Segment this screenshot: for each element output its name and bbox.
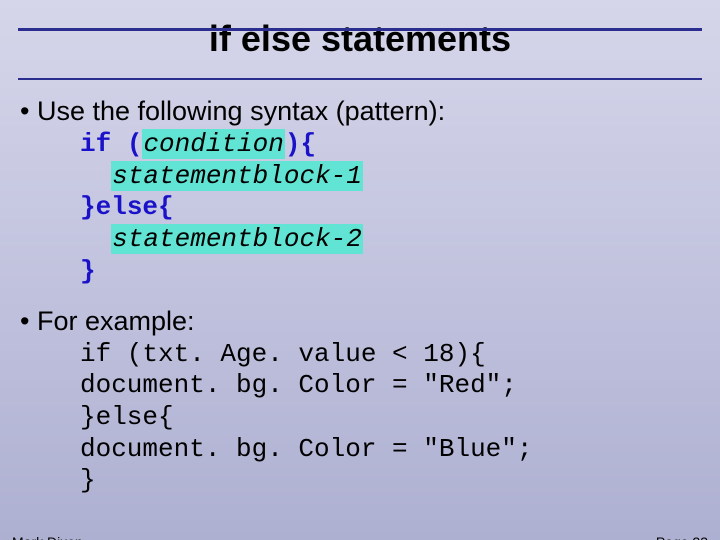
footer-author: Mark Dixon	[12, 534, 83, 540]
slide-content: • Use the following syntax (pattern): if…	[20, 90, 700, 497]
placeholder-condition: condition	[142, 129, 284, 159]
syntax-close1: }	[80, 192, 96, 222]
syntax-close-brace: ){	[285, 129, 316, 159]
top-rule	[18, 28, 702, 31]
example-line-3: }else{	[80, 402, 700, 434]
bullet-syntax-intro: • Use the following syntax (pattern):	[20, 96, 700, 127]
syntax-codeblock: if (condition){ statementblock-1 }else{ …	[80, 129, 700, 288]
footer-page: Page 23	[656, 534, 708, 540]
syntax-line-3: }else{	[80, 192, 700, 224]
syntax-open2: {	[158, 192, 174, 222]
syntax-line-2: statementblock-1	[80, 161, 700, 193]
title-underline	[18, 78, 702, 80]
example-line-2: document. bg. Color = "Red";	[80, 370, 700, 402]
syntax-line-5: }	[80, 256, 700, 288]
syntax-close2: }	[80, 256, 96, 286]
example-codeblock: if (txt. Age. value < 18){ document. bg.…	[80, 339, 700, 498]
placeholder-block2: statementblock-2	[111, 224, 363, 254]
syntax-line-4: statementblock-2	[80, 224, 700, 256]
syntax-line-1: if (condition){	[80, 129, 700, 161]
example-line-5: }	[80, 465, 700, 497]
example-line-1: if (txt. Age. value < 18){	[80, 339, 700, 371]
slide-title: if else statements	[0, 18, 720, 60]
example-line-4: document. bg. Color = "Blue";	[80, 434, 700, 466]
placeholder-block1: statementblock-1	[111, 161, 363, 191]
syntax-open: (	[111, 129, 142, 159]
keyword-if: if	[80, 129, 111, 159]
bullet-example-intro: • For example:	[20, 306, 700, 337]
keyword-else: else	[96, 192, 158, 222]
